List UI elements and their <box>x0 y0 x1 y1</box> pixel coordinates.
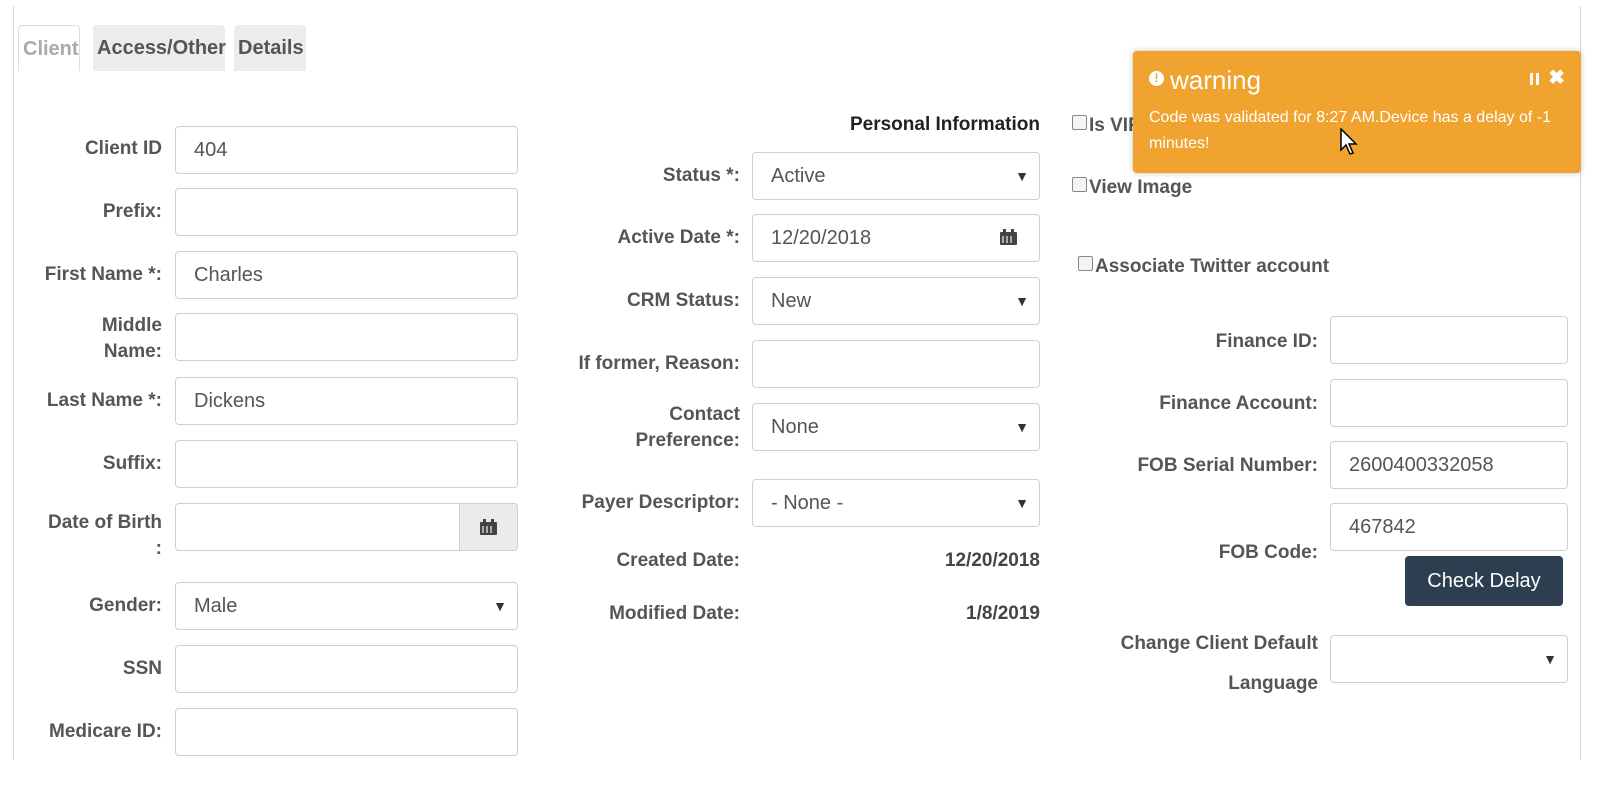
caret-down-icon: ▼ <box>1015 168 1029 184</box>
language-label: Change Client Default Language <box>1080 624 1318 704</box>
view-image-row: View Image <box>1072 176 1192 200</box>
view-image-label: View Image <box>1089 177 1193 198</box>
modified-date-value: 1/8/2019 <box>966 603 1040 624</box>
middle-name-label-line2: Name: <box>103 341 162 362</box>
created-date-value: 12/20/2018 <box>944 550 1040 571</box>
tab-client[interactable]: Client <box>18 25 80 71</box>
language-label-line1: Change Client Default <box>1120 633 1318 654</box>
pause-icon[interactable] <box>1529 72 1539 85</box>
former-reason-input[interactable] <box>752 340 1040 388</box>
fob-code-label: FOB Code: <box>1218 542 1318 563</box>
middle-name-input[interactable] <box>175 313 518 361</box>
first-name-input[interactable]: Charles <box>175 251 518 299</box>
gender-select[interactable]: Male ▼ <box>175 582 518 630</box>
tab-details[interactable]: Details <box>234 25 306 71</box>
crm-status-select[interactable]: New ▼ <box>752 277 1040 325</box>
contact-preference-select[interactable]: None ▼ <box>752 403 1040 451</box>
close-icon[interactable]: ✖ <box>1548 67 1565 89</box>
payer-descriptor-label: Payer Descriptor: <box>581 492 740 513</box>
crm-status-label: CRM Status: <box>627 290 740 311</box>
last-name-label: Last Name *: <box>46 390 162 411</box>
tab-access-other[interactable]: Access/Other <box>93 25 226 71</box>
info-icon: ! <box>1149 71 1164 86</box>
client-id-input[interactable]: 404 <box>175 126 518 174</box>
fob-code-input[interactable]: 467842 <box>1330 503 1568 551</box>
view-image-checkbox[interactable] <box>1072 177 1087 192</box>
associate-twitter-label: Associate Twitter account <box>1095 256 1330 277</box>
caret-down-icon: ▼ <box>493 598 507 614</box>
crm-status-select-value: New <box>771 290 812 312</box>
contact-preference-select-value: None <box>771 416 819 438</box>
language-select[interactable]: ▼ <box>1330 635 1568 683</box>
active-date-input[interactable]: 12/20/2018 <box>752 214 1040 262</box>
caret-down-icon: ▼ <box>1543 651 1557 667</box>
contact-preference-label: Contact Preference: <box>540 402 740 454</box>
last-name-input[interactable]: Dickens <box>175 377 518 425</box>
fob-serial-input[interactable]: 2600400332058 <box>1330 441 1568 489</box>
modified-date-label: Modified Date: <box>609 603 740 624</box>
payer-descriptor-select-value: - None - <box>771 492 844 514</box>
status-select[interactable]: Active ▼ <box>752 152 1040 200</box>
dob-label-line2: : <box>155 538 162 559</box>
finance-id-input[interactable] <box>1330 316 1568 364</box>
dob-input[interactable] <box>175 503 460 551</box>
calendar-icon <box>480 519 497 535</box>
personal-information-title: Personal Information <box>849 114 1040 135</box>
payer-descriptor-select[interactable]: - None - ▼ <box>752 479 1040 527</box>
status-label: Status *: <box>662 165 740 186</box>
created-date-label: Created Date: <box>616 550 740 571</box>
first-name-label: First Name *: <box>44 264 162 285</box>
toast-title: ! warning <box>1149 65 1261 95</box>
contact-preference-label-line2: Preference: <box>635 430 740 451</box>
dob-calendar-button[interactable] <box>459 503 518 551</box>
twitter-row: Associate Twitter account <box>1078 255 1329 279</box>
fob-serial-label: FOB Serial Number: <box>1137 455 1318 476</box>
caret-down-icon: ▼ <box>1015 419 1029 435</box>
suffix-label: Suffix: <box>102 453 162 474</box>
middle-name-label-line1: Middle <box>101 315 162 336</box>
active-date-label: Active Date *: <box>617 227 741 248</box>
language-label-line2: Language <box>1228 673 1318 694</box>
caret-down-icon: ▼ <box>1015 293 1029 309</box>
gender-select-value: Male <box>194 595 238 617</box>
gender-label: Gender: <box>89 595 162 616</box>
finance-account-label: Finance Account: <box>1159 393 1318 414</box>
suffix-input[interactable] <box>175 440 518 488</box>
prefix-input[interactable] <box>175 188 518 236</box>
toast-controls: ✖ <box>1526 65 1565 90</box>
finance-id-label: Finance ID: <box>1215 331 1318 352</box>
associate-twitter-checkbox[interactable] <box>1078 256 1093 271</box>
dob-label: Date of Birth : <box>20 510 162 562</box>
contact-preference-label-line1: Contact <box>669 404 740 425</box>
middle-name-label: Middle Name: <box>20 313 162 365</box>
frame-left-border <box>13 6 14 760</box>
is-vip-checkbox[interactable] <box>1072 115 1087 130</box>
medicare-id-label: Medicare ID: <box>49 721 162 742</box>
calendar-icon[interactable] <box>1000 229 1017 245</box>
dob-label-line1: Date of Birth <box>48 512 162 533</box>
check-delay-button[interactable]: Check Delay <box>1405 556 1563 606</box>
status-select-value: Active <box>771 165 826 187</box>
caret-down-icon: ▼ <box>1015 495 1029 511</box>
client-id-label: Client ID <box>84 138 162 159</box>
toast-title-text: warning <box>1170 65 1262 95</box>
former-reason-label: If former, Reason: <box>578 353 740 374</box>
prefix-label: Prefix: <box>102 201 162 222</box>
ssn-label: SSN <box>122 658 162 679</box>
active-date-value: 12/20/2018 <box>771 227 872 249</box>
finance-account-input[interactable] <box>1330 379 1568 427</box>
medicare-id-input[interactable] <box>175 708 518 756</box>
is-vip-row: Is VIP <box>1072 114 1141 138</box>
ssn-input[interactable] <box>175 645 518 693</box>
